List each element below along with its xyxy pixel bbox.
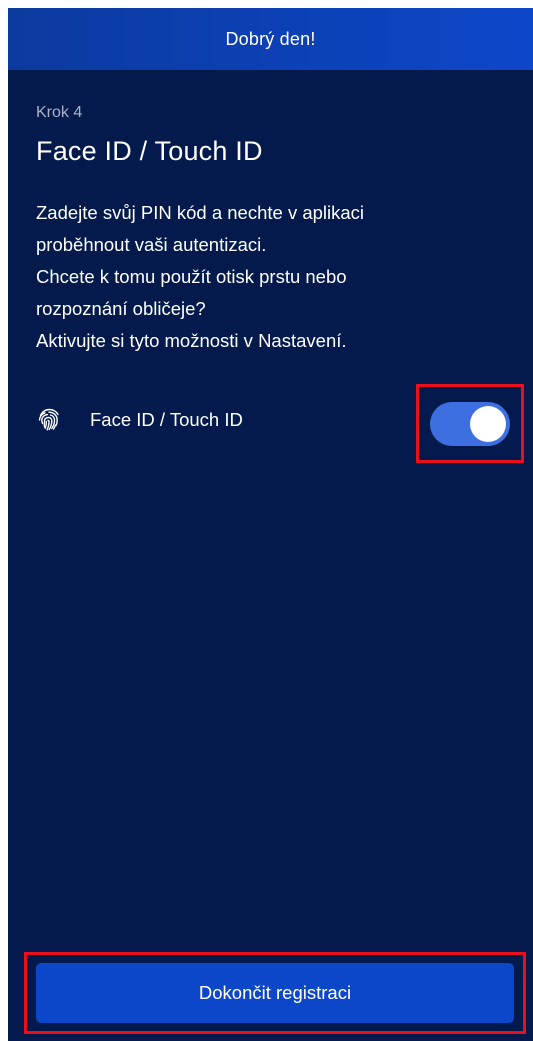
toggle-knob	[470, 405, 506, 442]
biometric-toggle-switch[interactable]	[430, 401, 510, 446]
page-title: Face ID / Touch ID	[36, 136, 263, 166]
highlight-frame-toggle	[416, 384, 524, 463]
description-line: Aktivujte si tyto možnosti v Nastavení.	[36, 330, 347, 351]
description: Zadejte svůj PIN kód a nechte v aplikaci…	[36, 197, 505, 357]
description-line: Chcete k tomu použít otisk prstu nebo	[36, 266, 347, 287]
description-line: rozpoznání obličeje?	[36, 298, 206, 319]
highlight-frame-button: Dokončit registraci	[24, 952, 526, 1034]
step-label: Krok 4	[36, 104, 83, 121]
description-line: proběhnout vaši autentizaci.	[36, 234, 267, 255]
registration-screen: Dobrý den! Krok 4 Face ID / Touch ID Zad…	[8, 8, 533, 1041]
description-line: Zadejte svůj PIN kód a nechte v aplikaci	[36, 202, 365, 223]
header-title: Dobrý den!	[225, 28, 316, 49]
finish-registration-button[interactable]: Dokončit registraci	[36, 963, 514, 1023]
biometric-toggle-label: Face ID / Touch ID	[90, 409, 243, 430]
app-header: Dobrý den!	[8, 8, 533, 70]
main-content: Krok 4 Face ID / Touch ID Zadejte svůj P…	[8, 104, 533, 357]
fingerprint-icon	[36, 407, 62, 433]
